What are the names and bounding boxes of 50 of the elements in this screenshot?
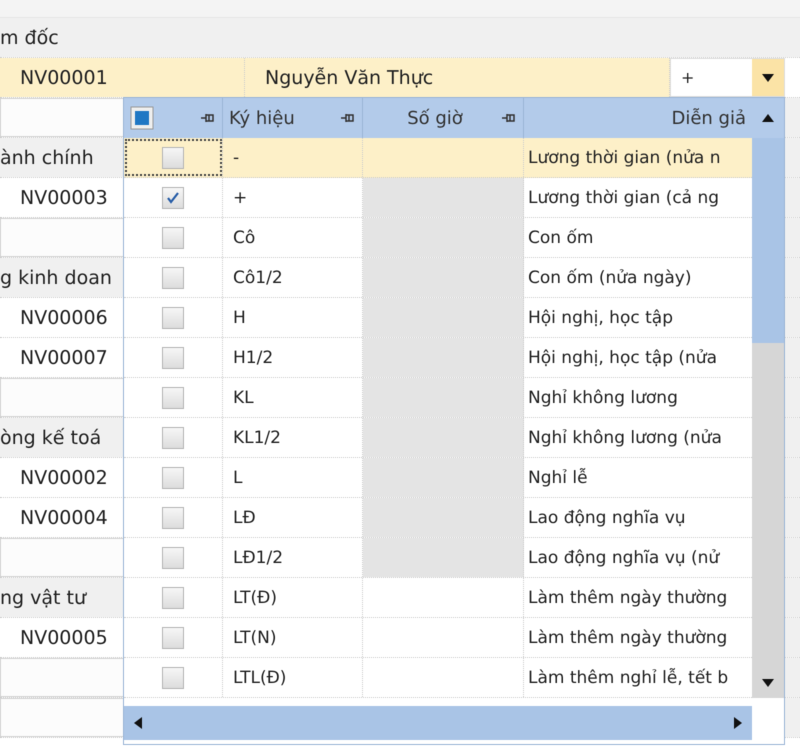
- code-row[interactable]: + Lương thời gian (cả ng: [124, 178, 752, 218]
- symbol-text: KL1/2: [233, 428, 281, 448]
- symbol-text: +: [233, 188, 248, 208]
- group-label: ng vật tư: [0, 586, 86, 608]
- description-text: Nghỉ không lương (nửa: [528, 428, 722, 448]
- code-row[interactable]: Cô1/2 Con ốm (nửa ngày): [124, 258, 752, 298]
- symbol-text: Cô1/2: [233, 268, 283, 288]
- symbol-text: -: [233, 148, 240, 168]
- code-row[interactable]: LT(Đ) Làm thêm ngày thường: [124, 578, 752, 618]
- description-text: Con ốm (nửa ngày): [528, 268, 692, 288]
- group-label: m đốc: [0, 26, 59, 48]
- description-text: Lương thời gian (cả ng: [528, 188, 720, 208]
- symbol-combo[interactable]: +: [670, 58, 785, 97]
- code-row[interactable]: H1/2 Hội nghị, học tập (nửa: [124, 338, 752, 378]
- symbol-text: H: [233, 308, 246, 328]
- code-row[interactable]: LT(N) Làm thêm ngày thường: [124, 618, 752, 658]
- symbol-text: KL: [233, 388, 254, 408]
- code-row[interactable]: H Hội nghị, học tập: [124, 298, 752, 338]
- symbol-text: Cô: [233, 228, 256, 248]
- code-row[interactable]: Cô Con ốm: [124, 218, 752, 258]
- column-header[interactable]: Ký hiệu: [229, 108, 295, 128]
- description-text: Hội nghị, học tập: [528, 308, 673, 328]
- code-row[interactable]: KL1/2 Nghỉ không lương (nửa: [124, 418, 752, 458]
- symbol-text: L: [233, 468, 242, 488]
- code-row[interactable]: - Lương thời gian (nửa n: [124, 138, 752, 178]
- description-text: Làm thêm ngày thường: [528, 588, 728, 608]
- description-text: Con ốm: [528, 228, 594, 248]
- description-text: Làm thêm nghỉ lễ, tết b: [528, 668, 728, 688]
- description-text: Lao động nghĩa vụ (nử: [528, 548, 720, 568]
- employee-name-cell: Nguyễn Văn Thực: [245, 58, 670, 97]
- symbol-text: LT(Đ): [233, 588, 277, 608]
- group-label: g kinh doan: [0, 266, 112, 288]
- description-text: Làm thêm ngày thường: [528, 628, 728, 648]
- code-row[interactable]: LĐ1/2 Lao động nghĩa vụ (nử: [124, 538, 752, 578]
- employee-code-cell: NV00001: [0, 58, 245, 97]
- description-text: Nghỉ lễ: [528, 468, 588, 488]
- group-label: òng kế toá: [0, 426, 102, 448]
- code-row[interactable]: L Nghỉ lễ: [124, 458, 752, 498]
- description-text: Nghỉ không lương: [528, 388, 678, 408]
- group-label: ành chính: [0, 146, 94, 168]
- column-header[interactable]: Số giờ: [407, 108, 463, 128]
- code-row[interactable]: LĐ Lao động nghĩa vụ: [124, 498, 752, 538]
- symbol-text: LĐ1/2: [233, 548, 284, 568]
- description-text: Lương thời gian (nửa n: [528, 148, 720, 168]
- description-text: Lao động nghĩa vụ: [528, 508, 686, 528]
- code-row[interactable]: KL Nghỉ không lương: [124, 378, 752, 418]
- description-text: Hội nghị, học tập (nửa: [528, 348, 717, 368]
- code-row[interactable]: LTL(Đ) Làm thêm nghỉ lễ, tết b: [124, 658, 752, 698]
- symbol-text: LTL(Đ): [233, 668, 286, 688]
- column-header[interactable]: Diễn giả: [671, 108, 746, 128]
